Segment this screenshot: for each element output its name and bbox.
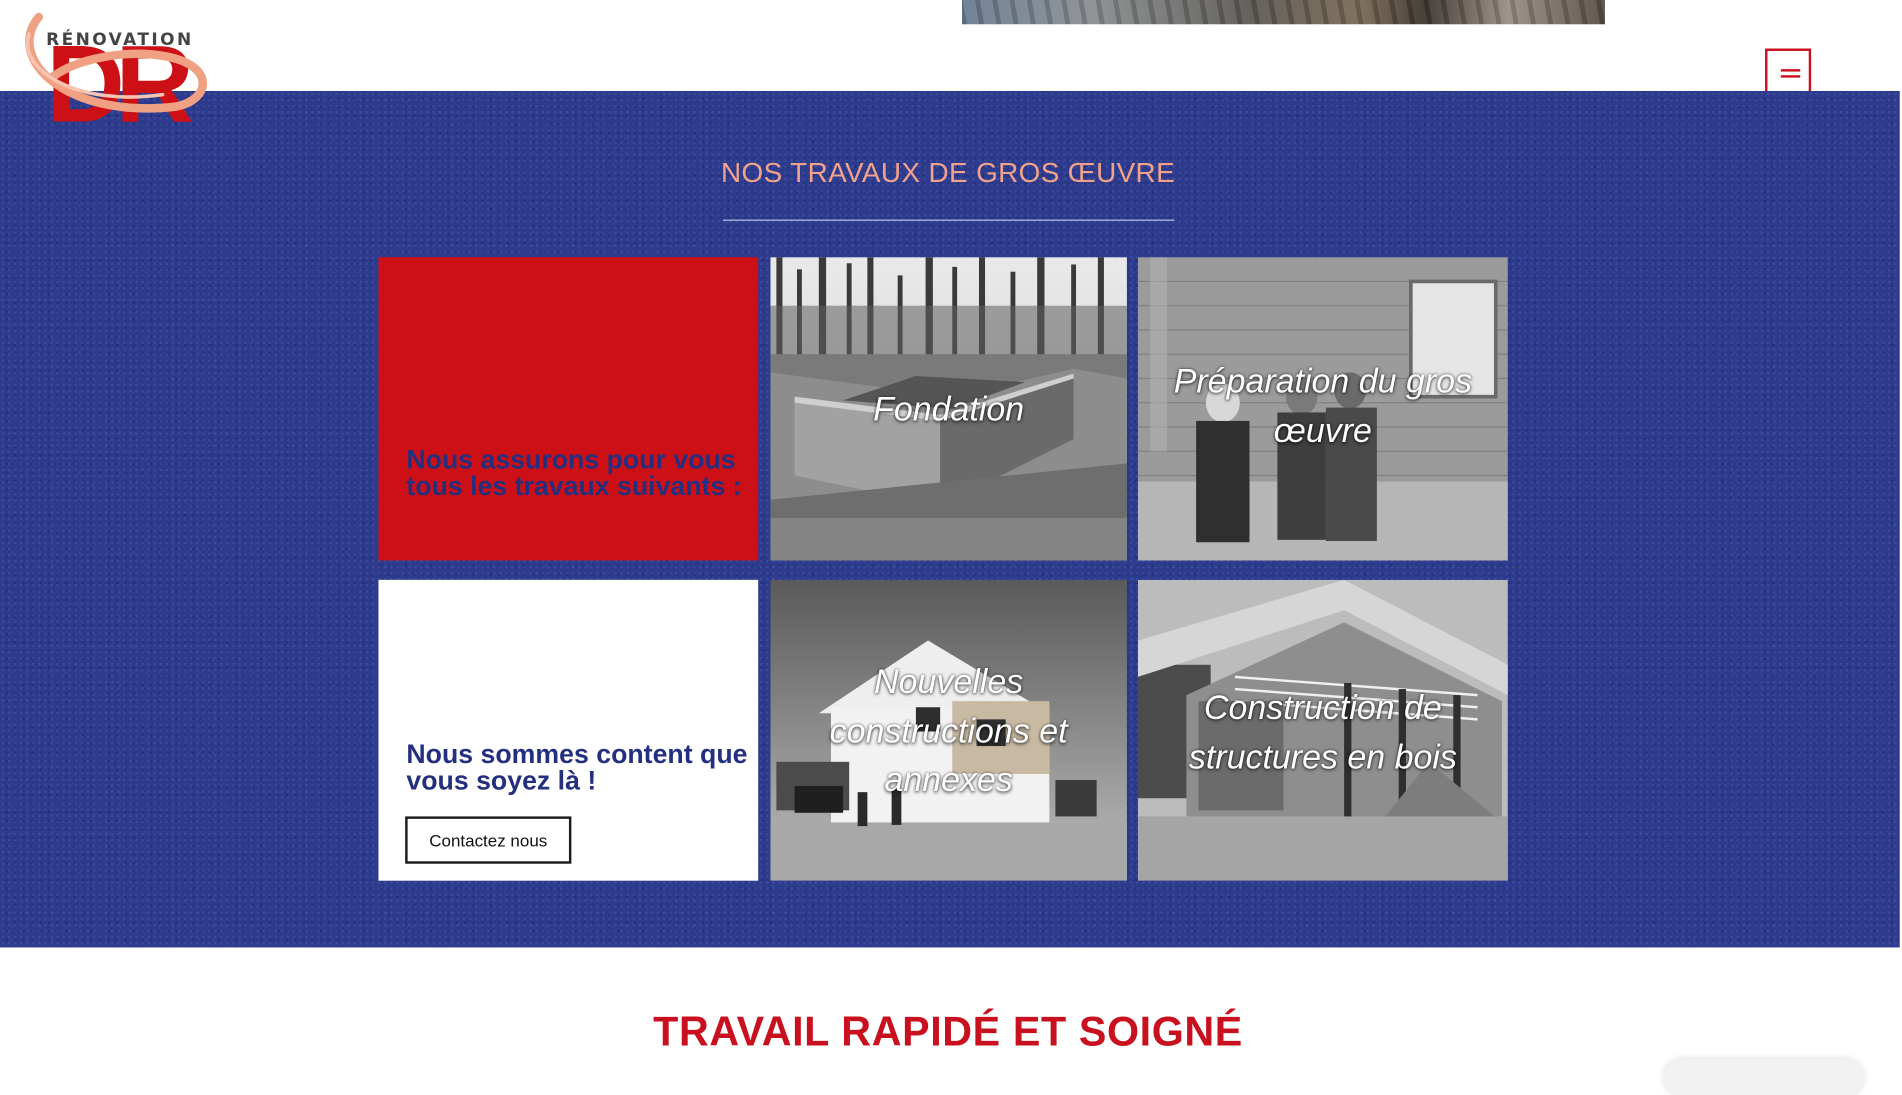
header-banner-image [961,0,1605,25]
tile-label: Préparation du gros œuvre [1173,362,1473,449]
logo-wordmark: RÉNOVATION [46,30,194,50]
menu-button[interactable] [1765,48,1812,95]
chat-widget[interactable] [1664,1059,1864,1095]
tile-structures-bois[interactable]: Construction de structures en bois [1137,579,1508,881]
tile-label: Construction de structures en bois [1188,688,1457,776]
site-header [0,0,1902,95]
tile-label: Nouvelles constructions et annexes [829,662,1068,799]
site-logo[interactable]: DR RÉNOVATION [17,10,211,145]
intro-tile: Nous assurons pour vous tous les travaux… [378,257,759,561]
tile-label: Fondation [873,390,1025,428]
tile-nouvelles-constructions[interactable]: Nouvelles constructions et annexes [770,579,1127,881]
bottom-section-title: TRAVAIL RAPIDÉ ET SOIGNÉ [653,1009,1243,1056]
welcome-text: Nous sommes content que vous soyez là ! [406,738,748,796]
logo-graphic: DR [25,12,207,145]
welcome-tile: Nous sommes content que vous soyez là ! … [378,579,759,881]
tile-fondation[interactable]: Fondation [770,257,1127,561]
contact-button[interactable]: Contactez nous [405,816,572,864]
intro-text: Nous assurons pour vous tous les travaux… [406,443,742,502]
title-divider [723,219,1175,221]
section-title: NOS TRAVAUX DE GROS ŒUVRE [720,156,1176,189]
tile-preparation[interactable]: Préparation du gros œuvre [1137,257,1508,561]
